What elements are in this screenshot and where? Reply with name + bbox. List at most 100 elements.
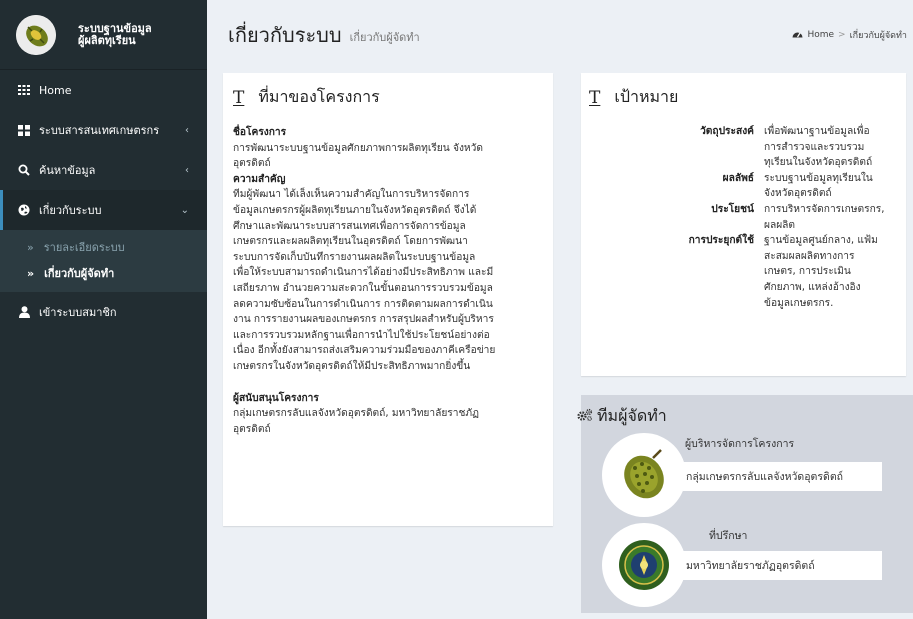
goal-label-result: ผลลัพธ์	[722, 172, 754, 184]
submenu-item-label: รายละเอียดระบบ	[43, 241, 125, 254]
importance-line: ข้อมูลเกษตรกรผู้ผลิตทุเรียนภายในจังหวัดอ…	[233, 204, 477, 216]
goal-value-result: ระบบฐานข้อมูลทุเรียนใน จังหวัดอุตรดิตถ์	[764, 171, 913, 202]
submenu-item-system-details[interactable]: » รายละเอียดระบบ	[0, 234, 207, 260]
goal-value-line: เกษตร, การประเมิน	[764, 266, 851, 278]
sidebar-item-member-login[interactable]: เข้าระบบสมาชิก	[0, 292, 207, 332]
double-chevron-right-icon: »	[27, 266, 35, 280]
submenu-item-about-authors[interactable]: » เกี่ยวกับผู้จัดทำ	[0, 260, 207, 286]
durian-icon	[624, 449, 664, 499]
goal-label-objective: วัตถุประสงค์	[700, 126, 754, 137]
content-header: เกี่ยวกับระบบ เกี่ยวกับผู้จัดทำ Home > เ…	[207, 0, 913, 70]
submenu-item-label: เกี่ยวกับผู้จัดทำ	[44, 267, 115, 280]
th-large-icon	[17, 124, 31, 136]
goals-box: T เป้าหมาย วัตถุประสงค์ เพื่อพัฒนาฐานข้อ…	[581, 73, 906, 376]
goals-box-title: T เป้าหมาย	[589, 85, 898, 110]
sidebar-menu: Home ระบบสารสนเทศเกษตรกร ‹ ค้นหาข้อมูล ‹…	[0, 70, 207, 230]
importance-line: เกษตรกรในจังหวัดอุตรดิตถ์ให้มีประสิทธิภา…	[233, 360, 471, 372]
chevron-left-icon: ‹	[185, 124, 189, 136]
goal-value-objective: เพื่อพัฒนาฐานข้อมูลเพื่อ การสำรวจและรวบร…	[764, 124, 913, 171]
sidebar-item-label: ระบบสารสนเทศเกษตรกร	[39, 124, 160, 137]
sidebar-item-label: ค้นหาข้อมูล	[39, 164, 96, 177]
globe-icon	[17, 204, 31, 216]
goals-title-text: เป้าหมาย	[614, 87, 679, 106]
breadcrumb: Home > เกี่ยวกับผู้จัดทำ	[792, 28, 907, 42]
brand-line-1: ระบบฐานข้อมูล	[78, 21, 152, 35]
breadcrumb-separator: >	[838, 30, 846, 40]
text-icon: T	[589, 87, 601, 108]
text-icon: T	[233, 87, 245, 108]
goals-grid: วัตถุประสงค์ เพื่อพัฒนาฐานข้อมูลเพื่อ กา…	[589, 124, 898, 311]
goal-value-line: ผลผลิต	[764, 219, 796, 231]
importance-line: ศึกษาและพัฒนาระบบสารสนเทศเพื่อการจัดการข…	[233, 220, 466, 232]
origin-body: ชื่อโครงการ การพัฒนาระบบฐานข้อมูลศักยภาพ…	[233, 125, 543, 437]
university-seal-icon	[619, 540, 669, 590]
page-title: เกี่ยวกับระบบ	[228, 23, 342, 47]
durian-logo-icon	[16, 14, 56, 55]
origin-box: T ที่มาของโครงการ ชื่อโครงการ การพัฒนาระ…	[223, 73, 553, 526]
project-name-line: การพัฒนาระบบฐานข้อมูลศักยภาพการผลิตทุเรี…	[233, 142, 483, 154]
page-subtitle: เกี่ยวกับผู้จัดทำ	[349, 31, 420, 44]
goal-value-line: สะสมผลผลิตทางการ	[764, 250, 855, 262]
importance-line: และการรวบรวมหลักฐานเพื่อการนำไปใช้ประโยช…	[233, 329, 490, 341]
importance-line: ทีมผู้พัฒนา ได้เล็งเห็นความสำคัญในการบริ…	[233, 189, 470, 201]
goal-value-benefit: การบริหารจัดการเกษตรกร, ผลผลิต	[764, 202, 913, 233]
team-name-manager: กลุ่มเกษตรกรลับแลจังหวัดอุตรดิตถ์	[683, 462, 882, 491]
team-name-advisor: มหาวิทยาลัยราชภัฏอุตรดิตถ์	[683, 551, 882, 580]
team-role-advisor: ที่ปรึกษา	[709, 530, 748, 542]
importance-line: เกษตรกรและผลผลิตทุเรียนในอุตรดิตถ์ โดยกา…	[233, 236, 468, 248]
team-box: ทีมผู้จัดทำ ผู้บริหารจัดการโครงการ กลุ่ม…	[577, 395, 913, 613]
chevron-left-icon: ‹	[185, 164, 189, 176]
double-chevron-right-icon: »	[27, 240, 34, 254]
about-submenu: » รายละเอียดระบบ » เกี่ยวกับผู้จัดทำ	[0, 230, 207, 292]
importance-line: ระบบการจัดเก็บบันทึกรายงานผลผลิตในระบบฐา…	[233, 251, 476, 263]
sidebar-item-about[interactable]: เกี่ยวกับระบบ ⌄	[0, 190, 207, 230]
importance-line: เนื่อง อีกทั้งยังสามารถส่งเสริมความร่วมม…	[233, 345, 496, 357]
importance-line: เสถียรภาพ อำนวยความสะดวกในขั้นตอนการรวบร…	[233, 282, 493, 294]
goal-value-line: ข้อมูลเกษตรกร.	[764, 297, 834, 309]
sidebar-item-label: เกี่ยวกับระบบ	[39, 204, 102, 217]
search-icon	[17, 164, 31, 176]
team-role-manager: ผู้บริหารจัดการโครงการ	[685, 438, 795, 450]
project-name-label: ชื่อโครงการ	[233, 127, 287, 138]
user-icon	[17, 306, 31, 318]
team-title-text: ทีมผู้จัดทำ	[597, 406, 667, 425]
gears-icon	[577, 408, 593, 426]
sponsor-line: อุตรดิตถ์	[233, 423, 271, 435]
sidebar-item-search[interactable]: ค้นหาข้อมูล ‹	[0, 150, 207, 190]
sidebar: ระบบฐานข้อมูล ผู้ผลิตทุเรียน Home ระบบสา…	[0, 0, 207, 619]
goal-value-application: ฐานข้อมูลศูนย์กลาง, แฟ้ม สะสมผลผลิตทางกา…	[764, 233, 913, 311]
brand-title: ระบบฐานข้อมูล ผู้ผลิตทุเรียน	[78, 21, 152, 47]
sidebar-item-label: Home	[39, 83, 72, 97]
breadcrumb-home-link[interactable]: Home	[807, 30, 834, 40]
dashboard-icon	[792, 29, 803, 41]
importance-label: ความสำคัญ	[233, 173, 286, 185]
goal-value-line: ระบบฐานข้อมูลทุเรียนใน	[764, 172, 873, 184]
goal-label-application: การประยุกต์ใช้	[688, 235, 754, 247]
goal-value-line: จังหวัดอุตรดิตถ์	[764, 188, 832, 200]
origin-box-title: T ที่มาของโครงการ	[233, 85, 543, 110]
goal-value-line: การบริหารจัดการเกษตรกร,	[764, 203, 885, 215]
grid-icon	[17, 85, 31, 95]
chevron-down-icon: ⌄	[180, 204, 189, 216]
goal-value-line: ทุเรียนในจังหวัดอุตรดิตถ์	[764, 157, 873, 169]
breadcrumb-current: เกี่ยวกับผู้จัดทำ	[849, 31, 907, 41]
origin-title-text: ที่มาของโครงการ	[258, 87, 380, 106]
importance-line: งาน การรายงานผลของเกษตรกร การสรุปผลสำหรั…	[233, 314, 494, 326]
importance-line: ลดความซับซ้อนในการดำเนินการ การติดตามผลก…	[233, 298, 493, 310]
sponsor-line: กลุ่มเกษตรกรลับแลจังหวัดอุตรดิตถ์, มหาวิ…	[233, 408, 479, 420]
project-name-line: อุตรดิตถ์	[233, 158, 271, 170]
brand-line-2: ผู้ผลิตทุเรียน	[78, 33, 136, 47]
sidebar-item-farmer-info[interactable]: ระบบสารสนเทศเกษตรกร ‹	[0, 110, 207, 150]
goal-value-line: ฐานข้อมูลศูนย์กลาง, แฟ้ม	[764, 235, 878, 247]
importance-line: เพื่อให้ระบบสามารถดำเนินการได้อย่างมีประ…	[233, 267, 494, 279]
sidebar-item-label: เข้าระบบสมาชิก	[39, 306, 117, 319]
sidebar-menu-bottom: เข้าระบบสมาชิก	[0, 292, 207, 332]
team-box-title: ทีมผู้จัดทำ	[577, 404, 667, 429]
goal-value-line: ศักยภาพ, แหล่งอ้างอิง	[764, 281, 861, 293]
brand[interactable]: ระบบฐานข้อมูล ผู้ผลิตทุเรียน	[0, 0, 207, 70]
sponsor-label: ผู้สนับสนุนโครงการ	[233, 392, 319, 404]
goal-value-line: การสำรวจและรวบรวม	[764, 141, 865, 153]
durian-avatar	[602, 433, 686, 517]
goal-label-benefit: ประโยชน์	[711, 203, 754, 215]
sidebar-item-home[interactable]: Home	[0, 70, 207, 110]
